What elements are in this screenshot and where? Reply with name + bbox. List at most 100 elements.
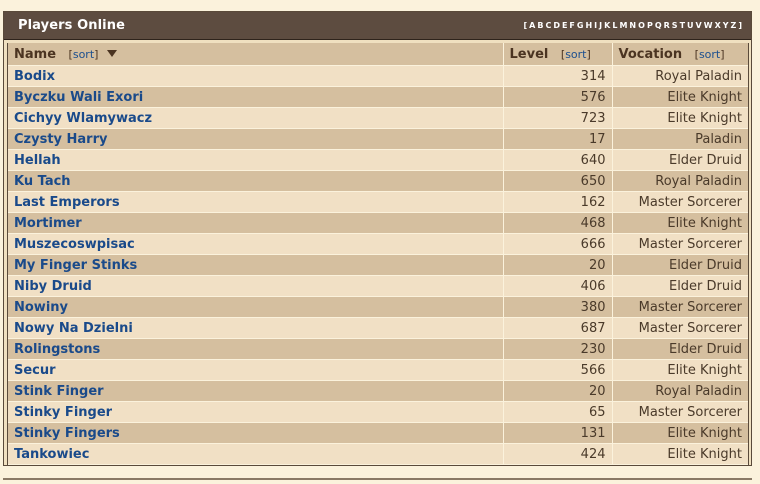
player-level: 723 xyxy=(503,107,613,129)
alphabet-letter-f[interactable]: F xyxy=(569,21,574,30)
sort-link-vocation[interactable]: sort xyxy=(699,48,720,61)
alphabet-letter-o[interactable]: O xyxy=(638,21,645,30)
table-row: Nowy Na Dzielni 687 Master Sorcerer xyxy=(8,317,748,339)
alphabet-letter-n[interactable]: N xyxy=(629,21,636,30)
player-name-link[interactable]: My Finger Stinks xyxy=(14,258,137,273)
table-row: Cichyy Wlamywacz 723 Elite Knight xyxy=(8,107,748,129)
alphabet-letter-z[interactable]: Z xyxy=(731,21,737,30)
alphabet-letter-j[interactable]: J xyxy=(599,21,602,30)
alphabet-letter-h[interactable]: H xyxy=(585,21,592,30)
player-vocation: Elite Knight xyxy=(612,359,748,381)
table-row: Czysty Harry 17 Paladin xyxy=(8,128,748,150)
player-vocation: Elder Druid xyxy=(612,275,748,297)
sort-control-vocation: [sort] xyxy=(694,47,725,61)
player-vocation: Royal Paladin xyxy=(612,380,748,402)
player-name-link[interactable]: Stink Finger xyxy=(14,384,104,399)
alphabet-letter-v[interactable]: V xyxy=(696,21,702,30)
players-table: Name [sort] Level [sort] Vocation [sort]… xyxy=(8,43,748,465)
player-name-link[interactable]: Nowy Na Dzielni xyxy=(14,321,133,336)
table-row: Bodix 314 Royal Paladin xyxy=(8,65,748,87)
sort-link-level[interactable]: sort xyxy=(565,48,586,61)
player-name-cell: Bodix xyxy=(8,65,504,87)
alphabet-letter-t[interactable]: T xyxy=(680,21,685,30)
table-row: Stinky Finger 65 Master Sorcerer xyxy=(8,401,748,423)
player-vocation: Paladin xyxy=(612,128,748,150)
alphabet-letter-m[interactable]: M xyxy=(619,21,627,30)
alphabet-letter-p[interactable]: P xyxy=(647,21,653,30)
table-row: Nowiny 380 Master Sorcerer xyxy=(8,296,748,318)
alphabet-letter-e[interactable]: E xyxy=(562,21,567,30)
player-vocation: Royal Paladin xyxy=(612,170,748,192)
table-header-row: Name [sort] Level [sort] Vocation [sort] xyxy=(8,43,748,66)
column-label-name: Name xyxy=(14,46,57,62)
player-name-link[interactable]: Bodix xyxy=(14,69,55,84)
player-name-link[interactable]: Mortimer xyxy=(14,216,82,231)
player-level: 576 xyxy=(503,86,613,108)
player-name-link[interactable]: Niby Druid xyxy=(14,279,92,294)
player-name-link[interactable]: Byczku Wali Exori xyxy=(14,90,143,105)
player-name-cell: Stink Finger xyxy=(8,380,504,402)
player-name-cell: Stinky Fingers xyxy=(8,422,504,444)
alphabet-letter-c[interactable]: C xyxy=(545,21,551,30)
table-row: Rolingstons 230 Elder Druid xyxy=(8,338,748,360)
alphabet-letter-u[interactable]: U xyxy=(687,21,694,30)
alphabet-letter-l[interactable]: L xyxy=(612,21,617,30)
player-name-link[interactable]: Secur xyxy=(14,363,56,378)
player-level: 20 xyxy=(503,380,613,402)
alphabet-letter-d[interactable]: D xyxy=(553,21,560,30)
player-vocation: Elite Knight xyxy=(612,86,748,108)
sort-link-name[interactable]: sort xyxy=(73,48,94,61)
player-name-cell: Hellah xyxy=(8,149,504,171)
alphabet-letter-b[interactable]: B xyxy=(537,21,543,30)
column-header-level: Level [sort] xyxy=(503,43,613,66)
player-name-cell: Niby Druid xyxy=(8,275,504,297)
table-row: Ku Tach 650 Royal Paladin xyxy=(8,170,748,192)
player-level: 687 xyxy=(503,317,613,339)
player-name-link[interactable]: Nowiny xyxy=(14,300,68,315)
alphabet-letter-q[interactable]: Q xyxy=(655,21,662,30)
player-name-link[interactable]: Hellah xyxy=(14,153,61,168)
alphabet-letter-s[interactable]: S xyxy=(672,21,678,30)
table-row: Muszecoswpisac 666 Master Sorcerer xyxy=(8,233,748,255)
player-vocation: Master Sorcerer xyxy=(612,191,748,213)
player-name-link[interactable]: Last Emperors xyxy=(14,195,120,210)
table-row: My Finger Stinks 20 Elder Druid xyxy=(8,254,748,276)
player-name-cell: Byczku Wali Exori xyxy=(8,86,504,108)
alphabet-letter-k[interactable]: K xyxy=(604,21,610,30)
table-row: Mortimer 468 Elite Knight xyxy=(8,212,748,234)
table-row: Stink Finger 20 Royal Paladin xyxy=(8,380,748,402)
player-name-link[interactable]: Cichyy Wlamywacz xyxy=(14,111,152,126)
players-table-body: Bodix 314 Royal Paladin Byczku Wali Exori 57… xyxy=(8,65,748,465)
alphabet-letter-y[interactable]: Y xyxy=(723,21,729,30)
player-name-link[interactable]: Ku Tach xyxy=(14,174,71,189)
player-level: 640 xyxy=(503,149,613,171)
column-header-vocation: Vocation [sort] xyxy=(612,43,748,66)
players-online-panel: Players Online [A B C D E F G H I J K L M N O P Q R S T U V W X… xyxy=(3,11,752,466)
player-name-link[interactable]: Muszecoswpisac xyxy=(14,237,135,252)
panel-title: Players Online xyxy=(18,18,126,33)
alphabet-letter-g[interactable]: G xyxy=(577,21,584,30)
column-header-name: Name [sort] xyxy=(8,43,504,66)
player-name-link[interactable]: Czysty Harry xyxy=(14,132,107,147)
player-level: 424 xyxy=(503,443,613,465)
player-vocation: Master Sorcerer xyxy=(612,233,748,255)
sort-desc-arrow-icon[interactable] xyxy=(106,49,117,57)
player-level: 406 xyxy=(503,275,613,297)
alphabet-letter-a[interactable]: A xyxy=(529,21,535,30)
player-vocation: Master Sorcerer xyxy=(612,401,748,423)
alphabet-letter-w[interactable]: W xyxy=(704,21,713,30)
player-level: 468 xyxy=(503,212,613,234)
player-vocation: Elder Druid xyxy=(612,149,748,171)
alphabet-letter-x[interactable]: X xyxy=(715,21,721,30)
player-name-link[interactable]: Stinky Finger xyxy=(14,405,112,420)
table-row: Hellah 640 Elder Druid xyxy=(8,149,748,171)
player-name-cell: Last Emperors xyxy=(8,191,504,213)
player-name-link[interactable]: Stinky Fingers xyxy=(14,426,120,441)
bottom-divider xyxy=(3,478,752,480)
alphabet-letter-r[interactable]: R xyxy=(664,21,670,30)
player-name-link[interactable]: Tankowiec xyxy=(14,447,89,462)
player-name-link[interactable]: Rolingstons xyxy=(14,342,100,357)
player-level: 566 xyxy=(503,359,613,381)
player-vocation: Elite Knight xyxy=(612,107,748,129)
alphabet-letter-i[interactable]: I xyxy=(594,21,597,30)
